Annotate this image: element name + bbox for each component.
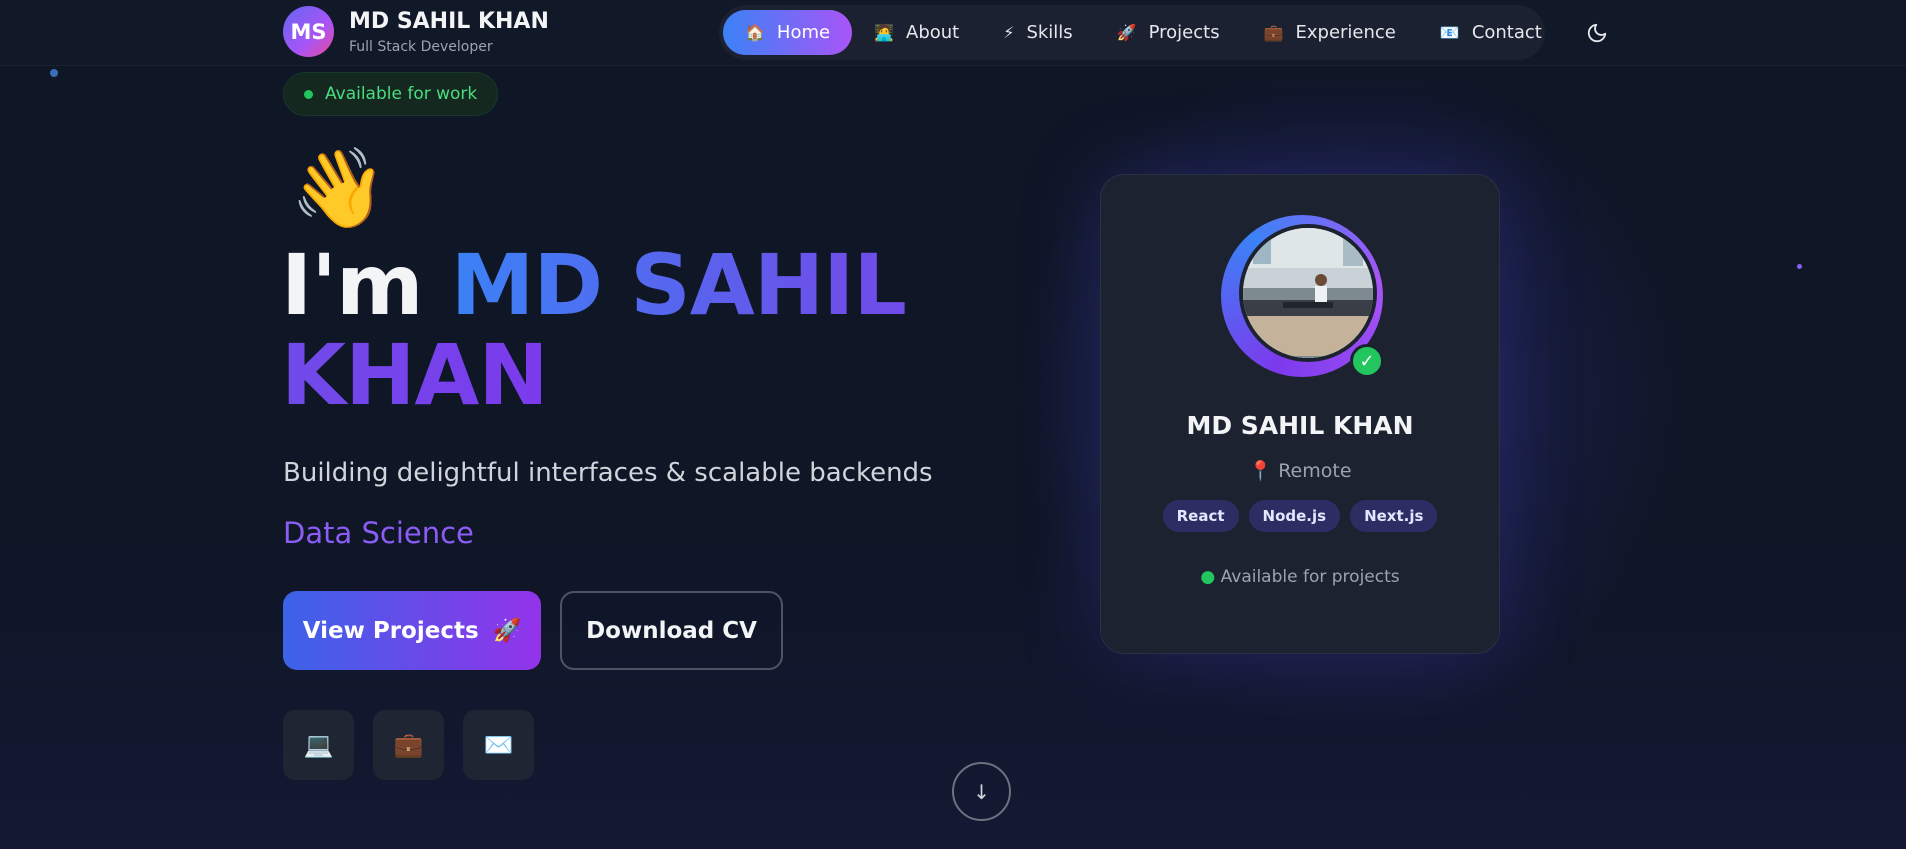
hero-title: I'm MD SAHIL KHAN: [281, 240, 1041, 420]
location-text: Remote: [1278, 460, 1352, 482]
waving-hand-icon: 👋: [290, 144, 388, 234]
social-mail-button[interactable]: ✉️: [463, 710, 534, 780]
contact-icon: 📧: [1439, 23, 1460, 42]
tag-nextjs: Next.js: [1350, 500, 1438, 532]
pin-icon: 📍: [1248, 460, 1273, 482]
profile-photo: [1243, 228, 1373, 358]
scroll-down-button[interactable]: ↓: [952, 762, 1011, 821]
brand-name[interactable]: MD SAHIL KHAN: [349, 9, 549, 35]
nav-item-label: About: [906, 22, 960, 43]
briefcase-icon: 💼: [393, 731, 424, 759]
nav-item-contact[interactable]: 📧 Contact: [1418, 10, 1564, 55]
nav-item-about[interactable]: 🧑‍💻 About: [852, 10, 981, 55]
profile-status: ● Available for projects: [1101, 567, 1499, 587]
rocket-icon: 🚀: [1116, 23, 1137, 42]
rocket-icon: 🚀: [492, 618, 522, 644]
nav-item-experience[interactable]: 💼 Experience: [1242, 10, 1418, 55]
navbar: MS MD SAHIL KHAN Full Stack Developer 🏠 …: [0, 0, 1906, 66]
lightning-icon: ⚡: [1003, 23, 1015, 42]
decorative-dot: [1797, 264, 1802, 269]
nav-item-projects[interactable]: 🚀 Projects: [1095, 10, 1242, 55]
social-laptop-button[interactable]: 💻: [283, 710, 354, 780]
hero-subtitle: Building delightful interfaces & scalabl…: [283, 458, 933, 488]
brand-logo[interactable]: MS: [283, 6, 334, 57]
brand[interactable]: MS MD SAHIL KHAN Full Stack Developer: [283, 6, 549, 57]
avatar: [1239, 224, 1377, 362]
view-projects-button[interactable]: View Projects 🚀: [283, 591, 541, 670]
status-dot: [304, 89, 313, 99]
status-text: Available for projects: [1220, 567, 1400, 587]
mail-icon: ✉️: [483, 731, 514, 759]
person-icon: 🧑‍💻: [874, 23, 894, 42]
moon-icon: [1587, 23, 1607, 43]
profile-card: ✓ MD SAHIL KHAN 📍 Remote React Node.js N…: [1100, 174, 1500, 654]
view-projects-label: View Projects: [302, 617, 479, 644]
profile-name: MD SAHIL KHAN: [1186, 411, 1414, 440]
nav-item-skills[interactable]: ⚡ Skills: [981, 10, 1094, 55]
tech-tags: React Node.js Next.js: [1101, 500, 1499, 532]
verified-icon: ✓: [1350, 344, 1384, 378]
hero-role: Data Science: [283, 516, 474, 550]
social-briefcase-button[interactable]: 💼: [373, 710, 444, 780]
decorative-dot: [50, 69, 58, 77]
nav-item-label: Projects: [1148, 22, 1220, 43]
brand-role: Full Stack Developer: [349, 38, 493, 55]
availability-badge: Available for work: [283, 72, 499, 116]
arrow-down-icon: ↓: [973, 779, 990, 804]
profile-location: 📍 Remote: [1101, 459, 1499, 482]
nav-item-label: Contact: [1471, 22, 1542, 43]
theme-toggle-button[interactable]: [1580, 16, 1614, 50]
download-cv-button[interactable]: Download CV: [560, 591, 783, 670]
tag-nodejs: Node.js: [1248, 500, 1341, 532]
nav-item-label: Experience: [1295, 22, 1396, 43]
status-dot: ●: [1200, 567, 1216, 587]
nav-item-home[interactable]: 🏠 Home: [723, 10, 853, 55]
availability-text: Available for work: [325, 84, 478, 104]
nav-links: 🏠 Home 🧑‍💻 About ⚡ Skills 🚀 Projects 💼 E…: [719, 5, 1545, 60]
briefcase-icon: 💼: [1263, 23, 1284, 42]
home-icon: 🏠: [745, 23, 765, 42]
nav-item-label: Home: [776, 22, 831, 43]
tag-react: React: [1162, 500, 1239, 532]
laptop-icon: 💻: [303, 731, 334, 759]
hero-title-prefix: I'm: [281, 236, 451, 334]
nav-item-label: Skills: [1026, 22, 1073, 43]
brand-text: MD SAHIL KHAN Full Stack Developer: [349, 9, 549, 55]
